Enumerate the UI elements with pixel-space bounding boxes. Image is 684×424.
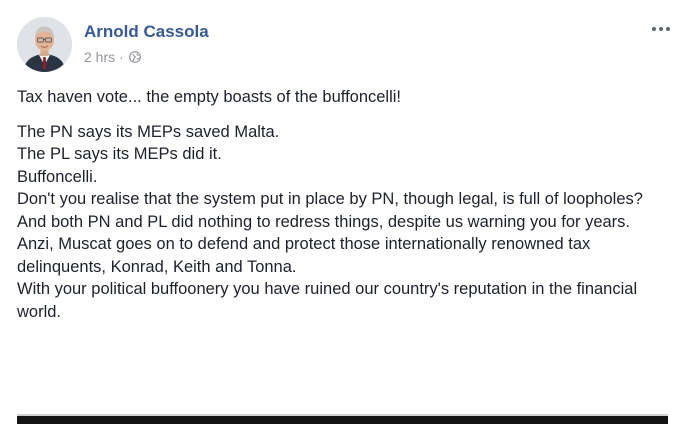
- post-media-preview[interactable]: [17, 414, 668, 424]
- post-line: Buffoncelli.: [17, 167, 98, 186]
- more-options-button[interactable]: [646, 18, 676, 40]
- post-line: And both PN and PL did nothing to redres…: [17, 212, 631, 231]
- post-line: With your political buffoonery you have …: [17, 280, 638, 321]
- facebook-post: Arnold Cassola 2 hrs · Tax haven vote...…: [0, 0, 684, 424]
- author-avatar[interactable]: [17, 17, 72, 72]
- post-meta: 2 hrs ·: [84, 49, 141, 65]
- post-paragraph: The PN says its MEPs saved Malta. The PL…: [17, 121, 677, 324]
- post-line: The PN says its MEPs saved Malta.: [17, 122, 280, 141]
- globe-icon[interactable]: [128, 51, 141, 63]
- author-name-link[interactable]: Arnold Cassola: [84, 22, 209, 42]
- post-line: Don't you realise that the system put in…: [17, 190, 643, 208]
- post-body: Tax haven vote... the empty boasts of th…: [17, 86, 677, 323]
- meta-separator: ·: [119, 49, 124, 65]
- post-line: The PL says its MEPs did it.: [17, 145, 222, 163]
- more-options-icon: [652, 27, 670, 31]
- post-lead-text: Tax haven vote... the empty boasts of th…: [17, 88, 402, 106]
- post-timestamp[interactable]: 2 hrs: [84, 49, 115, 65]
- post-line: Anzi, Muscat goes on to defend and prote…: [17, 235, 591, 276]
- avatar-photo-icon: [17, 17, 72, 72]
